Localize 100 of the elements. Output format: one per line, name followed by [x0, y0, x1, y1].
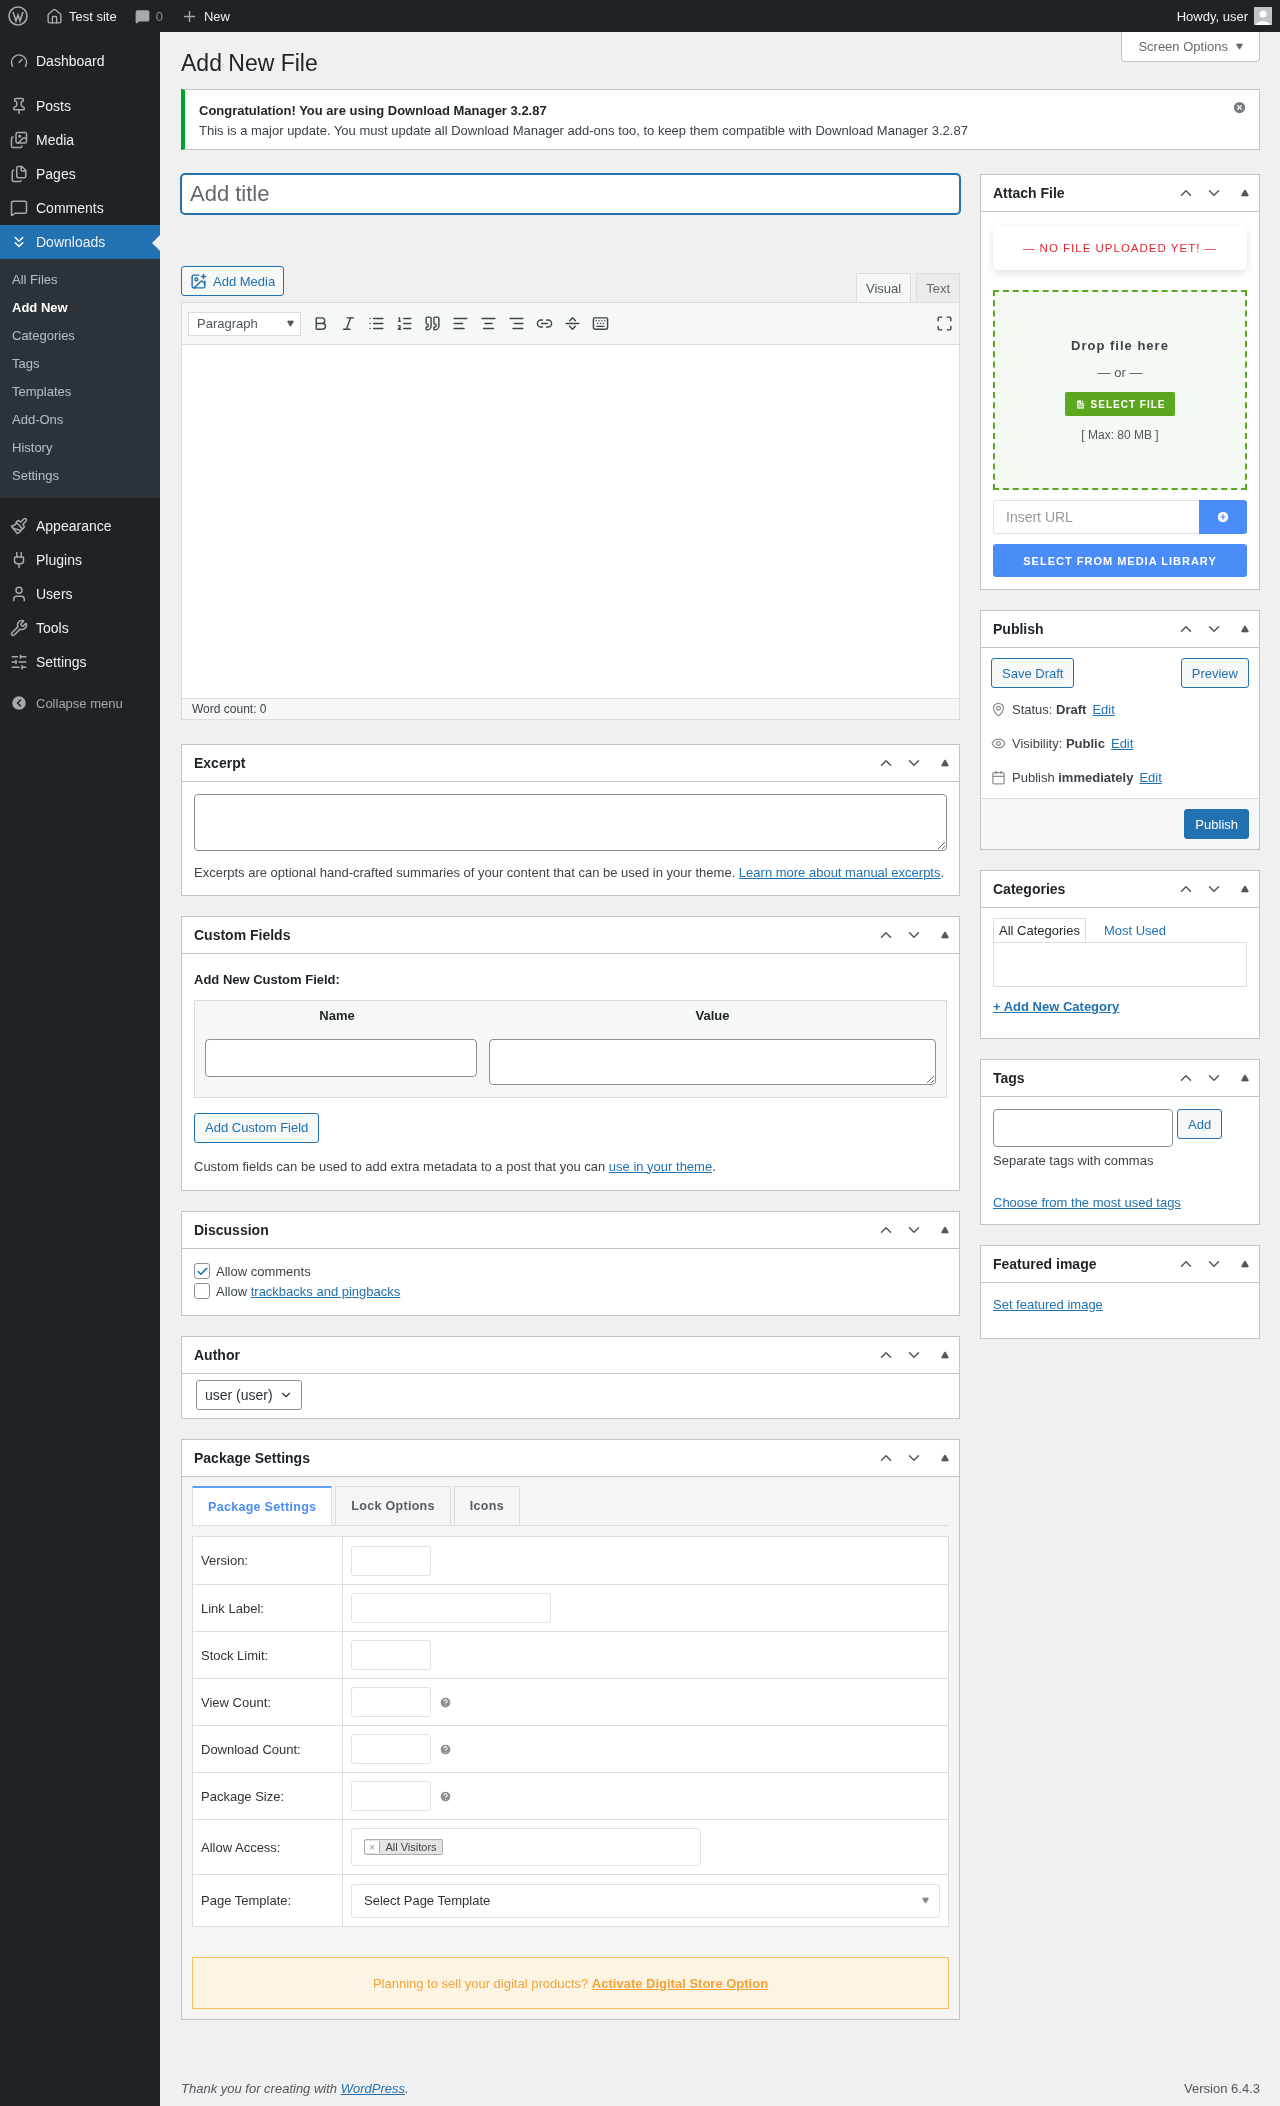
align-right-icon[interactable] — [508, 315, 525, 332]
submenu-item[interactable]: History — [0, 434, 160, 462]
word-count: Word count: 0 — [182, 698, 959, 719]
add-url-button[interactable] — [1199, 500, 1247, 534]
checkbox[interactable] — [194, 1283, 210, 1299]
comment-icon[interactable] — [134, 8, 150, 24]
paintbrush-icon — [10, 517, 28, 535]
menu-item[interactable]: Comments — [0, 191, 160, 225]
align-center-icon[interactable] — [480, 315, 497, 332]
preview-button[interactable]: Preview — [1180, 658, 1249, 688]
logo-icon[interactable] — [8, 6, 28, 26]
toggle-triangle-icon[interactable] — [1241, 1074, 1249, 1082]
quote-icon[interactable] — [424, 315, 441, 332]
menu-item[interactable]: Settings — [0, 645, 160, 679]
select-dropdown[interactable]: Select Page Template — [351, 1883, 940, 1918]
text-input[interactable] — [351, 1781, 431, 1811]
toggle-triangle-icon[interactable] — [941, 930, 949, 939]
eye-icon — [991, 735, 1006, 751]
site-name-link[interactable]: Test site — [69, 8, 117, 24]
title-input[interactable]: Add title — [181, 174, 960, 214]
or-separator: — or — — [1097, 365, 1143, 380]
url-input[interactable]: Insert URL — [993, 500, 1199, 534]
add-tag-button[interactable]: Add — [1177, 1109, 1223, 1139]
menu-item[interactable]: Tools — [0, 611, 160, 645]
toggle-triangle-icon[interactable] — [941, 1226, 949, 1234]
toggle-triangle-icon[interactable] — [1241, 885, 1249, 893]
toggle-triangle-icon[interactable] — [941, 759, 949, 767]
edit-link[interactable]: Edit — [1110, 735, 1134, 751]
toggle-triangle-icon[interactable] — [941, 1351, 949, 1359]
most-used-tags-link[interactable]: Choose from the most used tags — [993, 1194, 1181, 1210]
submenu-item[interactable]: Tags — [0, 350, 160, 378]
wordpress-link[interactable]: WordPress — [340, 2081, 405, 2096]
align-left-icon[interactable] — [452, 315, 469, 332]
menu-item[interactable]: Plugins — [0, 543, 160, 577]
box-title: Package Settings — [194, 1450, 310, 1466]
name-input[interactable] — [205, 1038, 477, 1077]
menu-item[interactable]: Posts — [0, 89, 160, 123]
checkbox[interactable] — [194, 1263, 210, 1279]
keyboard-icon[interactable] — [592, 315, 609, 332]
edit-link[interactable]: Edit — [1139, 769, 1162, 785]
excerpt-textarea[interactable] — [194, 794, 947, 851]
tags-help-text: Separate tags with commas — [993, 1152, 1155, 1170]
submenu-item[interactable]: Add-Ons — [0, 406, 160, 434]
close-icon[interactable] — [1232, 100, 1247, 115]
editor-tab[interactable]: Visual — [855, 273, 912, 302]
screen-options-button[interactable]: Screen Options — [1121, 32, 1260, 62]
category-tab[interactable]: All Categories — [993, 918, 1086, 942]
tags-field[interactable]: × All Visitors — [351, 1828, 701, 1866]
tag-input[interactable] — [993, 1109, 1173, 1147]
italic-icon[interactable] — [340, 315, 357, 332]
text-input[interactable] — [351, 1687, 431, 1717]
value-textarea[interactable] — [489, 1038, 936, 1085]
settings-tab[interactable]: Lock Options — [335, 1486, 451, 1525]
new-link[interactable]: New — [203, 8, 230, 24]
file-icon — [1074, 398, 1086, 410]
numbered-list-icon[interactable] — [396, 315, 413, 332]
home-icon[interactable] — [46, 7, 63, 25]
user-icon — [10, 585, 28, 603]
box-title: Featured image — [993, 1255, 1097, 1272]
menu-item[interactable]: Users — [0, 577, 160, 611]
menu-item[interactable]: Pages — [0, 157, 160, 191]
menu-item[interactable]: Media — [0, 123, 160, 157]
add-custom-field-button[interactable]: Add Custom Field — [194, 1112, 320, 1143]
editor-tab[interactable]: Text — [916, 273, 960, 302]
settings-tab[interactable]: Icons — [453, 1486, 520, 1525]
help-icon[interactable] — [439, 1789, 452, 1803]
publish-info: Status: Draft — [1012, 701, 1087, 717]
save-draft-button[interactable]: Save Draft — [991, 658, 1075, 688]
greeting-link[interactable]: Howdy, user — [1176, 8, 1248, 24]
menu-item[interactable]: Appearance — [0, 509, 160, 543]
toggle-triangle-icon[interactable] — [941, 1454, 949, 1462]
menu-item[interactable]: Downloads — [0, 225, 160, 259]
publish-button[interactable]: Publish — [1184, 809, 1249, 839]
submenu-item[interactable]: Add New — [0, 294, 160, 322]
text-input[interactable] — [351, 1640, 431, 1670]
author-select[interactable]: user (user) — [196, 1380, 302, 1410]
trackbacks-link[interactable]: trackbacks and pingbacks — [250, 1283, 401, 1299]
read-more-icon[interactable] — [564, 315, 581, 332]
toggle-triangle-icon[interactable] — [1241, 625, 1249, 633]
text-input[interactable] — [351, 1545, 431, 1576]
toggle-triangle-icon[interactable] — [1241, 189, 1249, 197]
toggle-triangle-icon[interactable] — [1241, 1259, 1249, 1268]
category-tab[interactable]: Most Used — [1097, 918, 1173, 942]
help-icon[interactable] — [439, 1695, 452, 1709]
help-icon[interactable] — [439, 1742, 452, 1756]
format-select[interactable]: Paragraph — [188, 311, 301, 336]
set-featured-image-link[interactable]: Set featured image — [993, 1296, 1103, 1312]
fullscreen-icon[interactable] — [936, 315, 953, 332]
menu-item[interactable]: Dashboard — [0, 44, 160, 78]
submenu-item[interactable]: All Files — [0, 266, 160, 294]
text-input[interactable] — [351, 1734, 431, 1764]
submenu-item[interactable]: Categories — [0, 322, 160, 350]
add-category-link[interactable]: + Add New Category — [993, 999, 1120, 1014]
text-input[interactable] — [351, 1593, 551, 1623]
submenu-item[interactable]: Settings — [0, 462, 160, 490]
collapse-menu-button[interactable]: Collapse menu — [0, 690, 160, 716]
add-media-button[interactable]: Add Media — [181, 266, 285, 296]
edit-link[interactable]: Edit — [1092, 701, 1115, 717]
submenu-item[interactable]: Templates — [0, 378, 160, 406]
bullet-list-icon[interactable] — [368, 315, 385, 332]
